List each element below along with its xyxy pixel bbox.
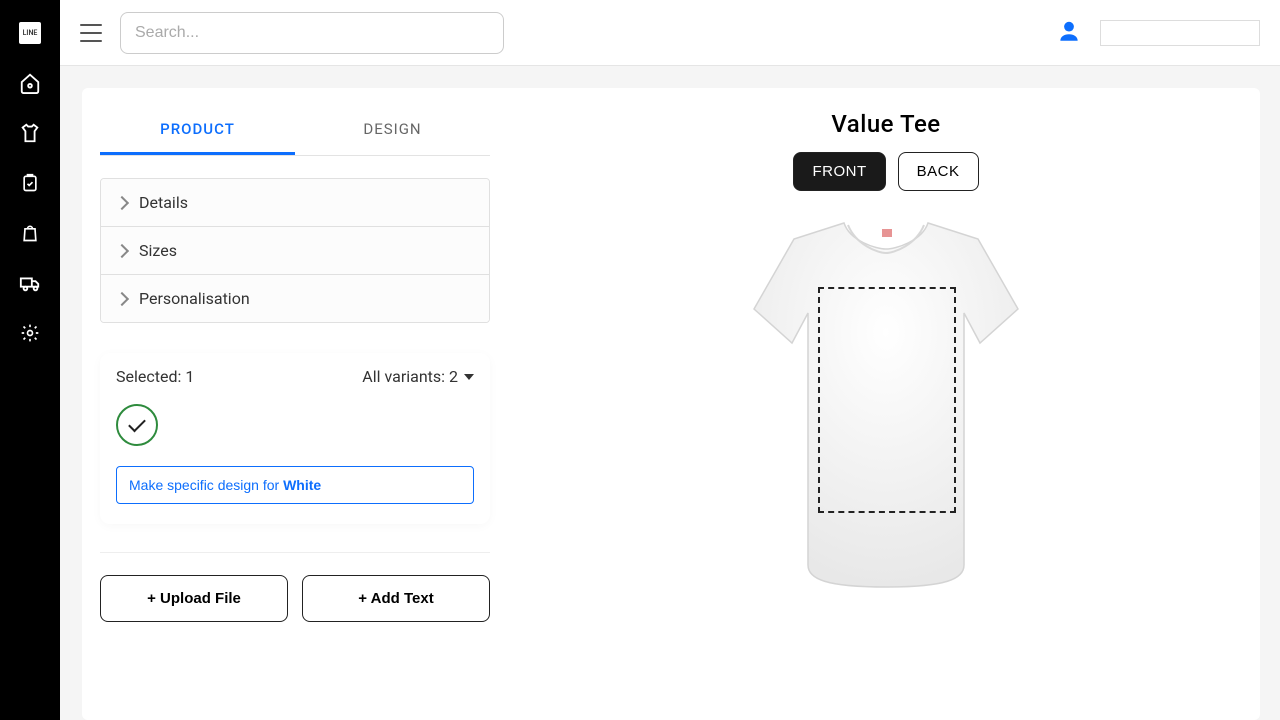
left-panel: PRODUCT DESIGN Details Sizes Personalisa… bbox=[100, 106, 490, 702]
tab-design[interactable]: DESIGN bbox=[295, 106, 490, 155]
accordion-personalisation[interactable]: Personalisation bbox=[101, 275, 489, 322]
variant-card: Selected: 1 All variants: 2 Make specifi… bbox=[100, 353, 490, 524]
accordion: Details Sizes Personalisation bbox=[100, 178, 490, 323]
upload-file-button[interactable]: + Upload File bbox=[100, 575, 288, 622]
truck-icon[interactable] bbox=[19, 272, 41, 294]
tabs: PRODUCT DESIGN bbox=[100, 106, 490, 156]
home-icon[interactable] bbox=[19, 72, 41, 94]
tab-product[interactable]: PRODUCT bbox=[100, 106, 295, 155]
view-front-button[interactable]: FRONT bbox=[793, 152, 885, 191]
variants-dropdown-label: All variants: 2 bbox=[362, 367, 458, 386]
menu-toggle-icon[interactable] bbox=[80, 24, 102, 42]
shopping-bag-icon[interactable] bbox=[19, 222, 41, 244]
clipboard-icon[interactable] bbox=[19, 172, 41, 194]
selected-count: Selected: 1 bbox=[116, 367, 194, 386]
color-swatch-white[interactable] bbox=[116, 404, 158, 446]
tshirt-icon[interactable] bbox=[19, 122, 41, 144]
header-field[interactable] bbox=[1100, 20, 1260, 46]
chevron-right-icon bbox=[115, 195, 129, 209]
right-panel: Value Tee FRONT BACK bbox=[530, 106, 1242, 702]
accordion-label: Details bbox=[139, 193, 188, 212]
gear-icon[interactable] bbox=[19, 322, 41, 344]
chevron-down-icon bbox=[464, 374, 474, 380]
print-area[interactable] bbox=[818, 287, 956, 513]
topbar bbox=[60, 0, 1280, 66]
specific-prefix: Make specific design for bbox=[129, 477, 283, 493]
search-input[interactable] bbox=[120, 12, 504, 54]
accordion-sizes[interactable]: Sizes bbox=[101, 227, 489, 275]
action-row: + Upload File + Add Text bbox=[100, 552, 490, 622]
user-icon[interactable] bbox=[1056, 18, 1082, 48]
chevron-right-icon bbox=[115, 291, 129, 305]
check-icon bbox=[128, 414, 146, 432]
chevron-right-icon bbox=[115, 243, 129, 257]
sidebar-rail: LINE bbox=[0, 0, 60, 720]
logo: LINE bbox=[19, 22, 41, 44]
make-specific-design-button[interactable]: Make specific design for White bbox=[116, 466, 474, 504]
product-title: Value Tee bbox=[831, 110, 940, 138]
add-text-button[interactable]: + Add Text bbox=[302, 575, 490, 622]
variants-dropdown[interactable]: All variants: 2 bbox=[362, 367, 474, 386]
main-content: PRODUCT DESIGN Details Sizes Personalisa… bbox=[82, 88, 1260, 720]
product-mockup[interactable] bbox=[746, 215, 1026, 595]
accordion-label: Personalisation bbox=[139, 289, 250, 308]
view-toggle: FRONT BACK bbox=[793, 152, 978, 191]
view-back-button[interactable]: BACK bbox=[898, 152, 979, 191]
specific-color: White bbox=[283, 477, 321, 493]
accordion-details[interactable]: Details bbox=[101, 179, 489, 227]
accordion-label: Sizes bbox=[139, 241, 177, 260]
